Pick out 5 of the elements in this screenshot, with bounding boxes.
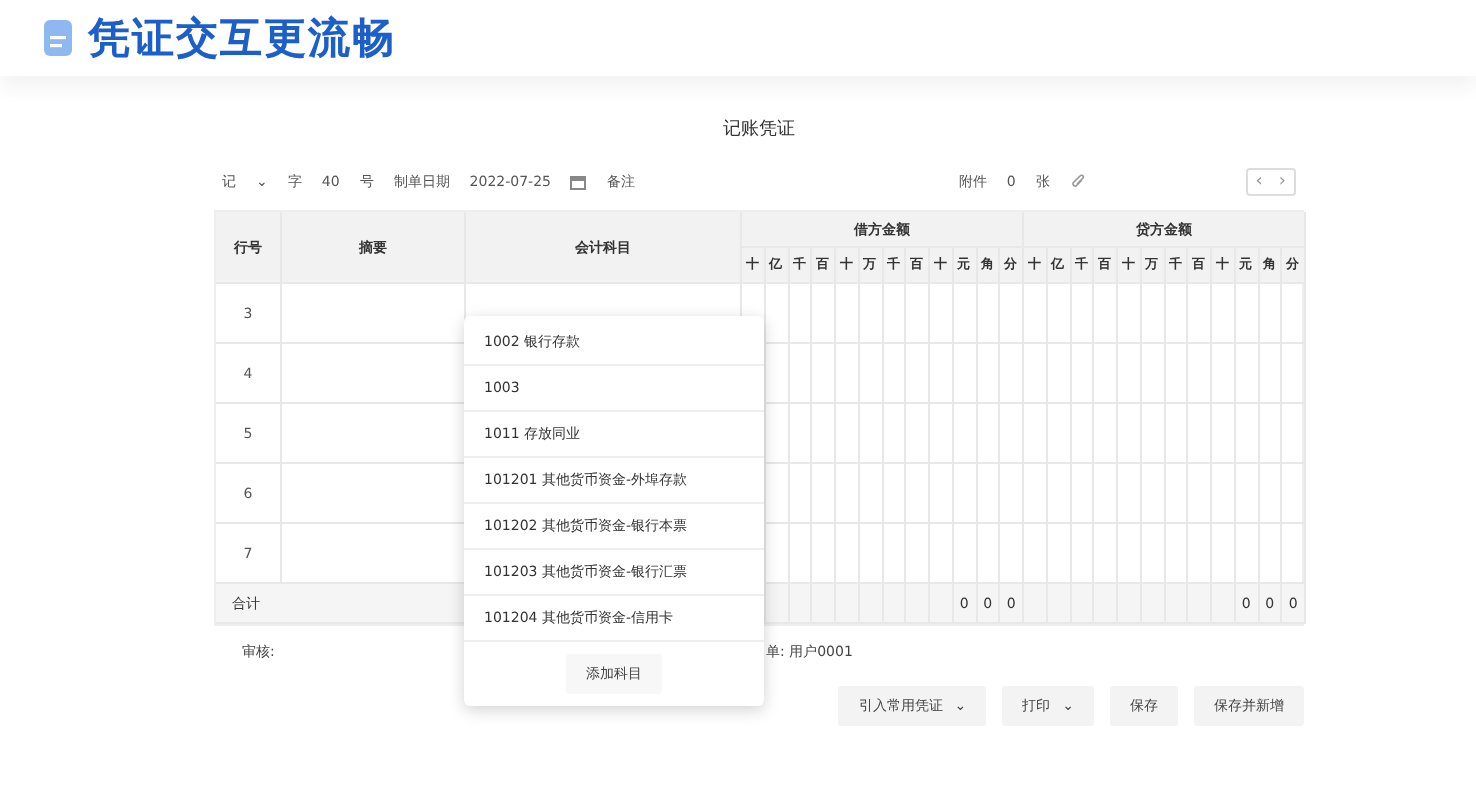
voucher-title: 记账凭证 <box>721 117 797 142</box>
document-icon <box>44 20 72 56</box>
calendar-icon[interactable] <box>570 174 587 190</box>
paperclip-icon[interactable] <box>1069 174 1086 190</box>
page-title: 凭证交互更流畅 <box>88 12 396 66</box>
